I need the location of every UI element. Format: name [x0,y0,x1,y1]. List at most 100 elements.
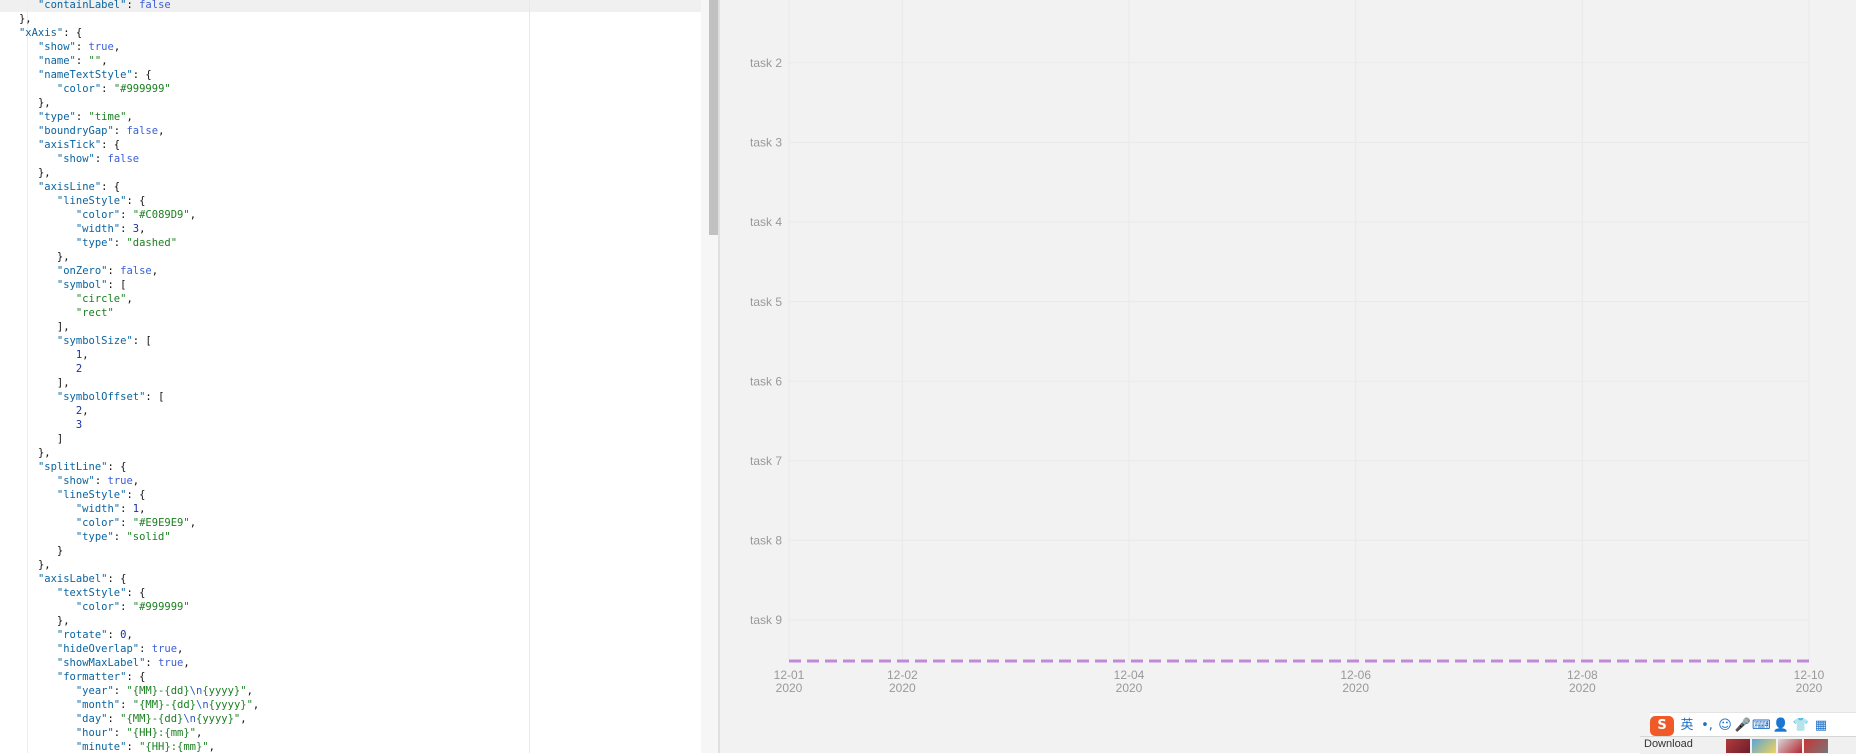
code-line[interactable]: "width": 1, [0,502,259,516]
code-editor[interactable]: "containLabel": false }, "xAxis": { "sho… [0,0,718,753]
punctuation-icon[interactable]: •, [1698,716,1716,736]
code-token: "dashed" [126,237,178,249]
code-line[interactable]: "hideOverlap": true, [0,642,259,656]
code-token: {yyyy}" [196,713,241,725]
code-line[interactable]: "textStyle": { [0,586,259,600]
code-line[interactable]: "type": "time", [0,110,259,124]
code-token: "hour" [75,727,114,739]
code-token: "{HH}:{mm}" [126,727,196,739]
code-line[interactable]: "axisLine": { [0,180,259,194]
code-line[interactable]: "onZero": false, [0,264,259,278]
download-thumbnail[interactable] [1726,739,1750,753]
code-token: ], [56,321,70,333]
code-token: , [151,265,159,277]
code-line[interactable]: "day": "{MM}-{dd}\n{yyyy}", [0,712,259,726]
user-icon[interactable]: 👤 [1772,716,1790,736]
code-token: "splitLine" [37,461,108,473]
code-token: : { [107,461,127,473]
code-line[interactable]: "boundryGap": false, [0,124,259,138]
code-line[interactable]: }, [0,250,259,264]
code-line[interactable]: "width": 3, [0,222,259,236]
code-line[interactable]: }, [0,166,259,180]
code-line[interactable]: }, [0,614,259,628]
code-line[interactable]: "rect" [0,306,259,320]
code-line[interactable]: "show": true, [0,40,259,54]
code-line[interactable]: }, [0,12,259,26]
toolbox-icon[interactable]: ▦ [1812,716,1830,736]
code-content[interactable]: "containLabel": false }, "xAxis": { "sho… [0,0,259,753]
code-token: : { [126,587,146,599]
y-category-label: task 7 [750,454,782,468]
code-token: "year" [75,685,114,697]
code-line[interactable]: "minute": "{HH}:{mm}", [0,740,259,753]
code-line[interactable]: "rotate": 0, [0,628,259,642]
sogou-s-icon[interactable]: S [1650,716,1674,736]
code-line[interactable]: "hour": "{HH}:{mm}", [0,726,259,740]
code-token: "axisTick" [37,139,102,151]
code-line[interactable]: ], [0,320,259,334]
code-line[interactable]: "symbolOffset": [ [0,390,259,404]
y-category-label: task 2 [750,56,782,70]
code-line[interactable]: "color": "#999999" [0,82,259,96]
code-line[interactable]: "symbolSize": [ [0,334,259,348]
ime-toolbar[interactable]: S 英 •, ☺ 🎤 ⌨ 👤 👕 ▦ [1650,712,1856,739]
code-line[interactable]: 3 [0,418,259,432]
code-token: "color" [56,83,102,95]
code-line[interactable]: "showMaxLabel": true, [0,656,259,670]
code-line[interactable]: ], [0,376,259,390]
code-token: "hideOverlap" [56,643,140,655]
code-line[interactable]: "xAxis": { [0,26,259,40]
code-line[interactable]: } [0,544,259,558]
code-line[interactable]: "circle", [0,292,259,306]
code-line[interactable]: }, [0,558,259,572]
code-token: , [196,727,203,739]
code-line[interactable]: "name": "", [0,54,259,68]
code-line[interactable]: "symbol": [ [0,278,259,292]
code-line[interactable]: "type": "dashed" [0,236,259,250]
download-thumbnail[interactable] [1778,739,1802,753]
download-thumbnail[interactable] [1804,739,1828,753]
code-line[interactable]: }, [0,446,259,460]
code-token: "type" [37,111,76,123]
keyboard-icon[interactable]: ⌨ [1752,716,1771,736]
download-thumbnail[interactable] [1752,739,1776,753]
code-line[interactable]: ] [0,432,259,446]
code-line[interactable]: "color": "#C089D9", [0,208,259,222]
code-line[interactable]: 1, [0,348,259,362]
skin-shirt-icon[interactable]: 👕 [1792,716,1810,736]
code-line[interactable]: "nameTextStyle": { [0,68,259,82]
code-line[interactable]: "formatter": { [0,670,259,684]
code-line[interactable]: "lineStyle": { [0,194,259,208]
code-line[interactable]: "containLabel": false [0,0,259,12]
code-line[interactable]: "axisTick": { [0,138,259,152]
microphone-icon[interactable]: 🎤 [1734,716,1752,736]
emoji-icon[interactable]: ☺ [1716,716,1734,736]
code-token: "width" [75,223,121,235]
download-bar[interactable]: Download [1640,736,1856,754]
code-line[interactable]: "axisLabel": { [0,572,259,586]
x-tick-label-year: 2020 [1342,681,1369,695]
code-line[interactable]: "year": "{MM}-{dd}\n{yyyy}", [0,684,259,698]
code-token: : [145,657,159,669]
x-tick-label: 12-01 [774,668,805,682]
code-token: , [126,111,133,123]
download-label[interactable]: Download [1644,738,1693,750]
code-line[interactable]: 2, [0,404,259,418]
code-line[interactable]: "month": "{MM}-{dd}\n{yyyy}", [0,698,259,712]
code-line[interactable]: "show": true, [0,474,259,488]
code-token: "day" [75,713,108,725]
code-line[interactable]: 2 [0,362,259,376]
code-line[interactable]: "lineStyle": { [0,488,259,502]
y-category-label: task 9 [750,613,782,627]
ime-english-mode-icon[interactable]: 英 [1678,716,1696,736]
code-line[interactable]: "color": "#E9E9E9", [0,516,259,530]
code-line[interactable]: "splitLine": { [0,460,259,474]
code-line[interactable]: "show": false [0,152,259,166]
code-token: "nameTextStyle" [37,69,133,81]
code-token: : [120,209,133,221]
code-line[interactable]: "color": "#999999" [0,600,259,614]
code-token: : { [126,671,146,683]
code-line[interactable]: "type": "solid" [0,530,259,544]
code-line[interactable]: }, [0,96,259,110]
editor-scrollbar-thumb[interactable] [709,0,718,235]
